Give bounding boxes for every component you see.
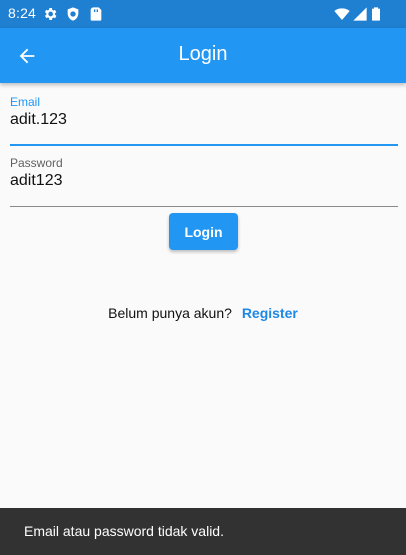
status-bar: 8:24 (0, 0, 406, 28)
email-label: Email (10, 95, 41, 109)
login-button[interactable]: Login (169, 213, 238, 250)
register-row: Belum punya akun? Register (0, 305, 406, 321)
gear-icon (44, 8, 57, 20)
password-input[interactable] (10, 172, 390, 190)
cell-signal-icon (353, 7, 367, 21)
register-link[interactable]: Register (242, 305, 298, 321)
login-button-label: Login (184, 223, 223, 240)
password-field[interactable]: Password (10, 156, 398, 208)
sim-card-icon (90, 7, 102, 21)
wifi-icon (334, 8, 350, 20)
shield-icon (67, 7, 79, 21)
password-label: Password (10, 156, 63, 170)
email-input[interactable] (10, 111, 390, 129)
email-underline (10, 144, 398, 146)
snackbar: Email atau password tidak valid. (0, 508, 406, 555)
snackbar-message: Email atau password tidak valid. (24, 523, 224, 539)
battery-icon (372, 7, 380, 21)
app-bar: Login (0, 28, 406, 83)
register-prompt: Belum punya akun? (108, 305, 232, 321)
page-title: Login (178, 43, 228, 65)
status-time: 8:24 (8, 5, 37, 21)
password-underline (10, 206, 398, 207)
email-field[interactable]: Email (10, 95, 398, 147)
